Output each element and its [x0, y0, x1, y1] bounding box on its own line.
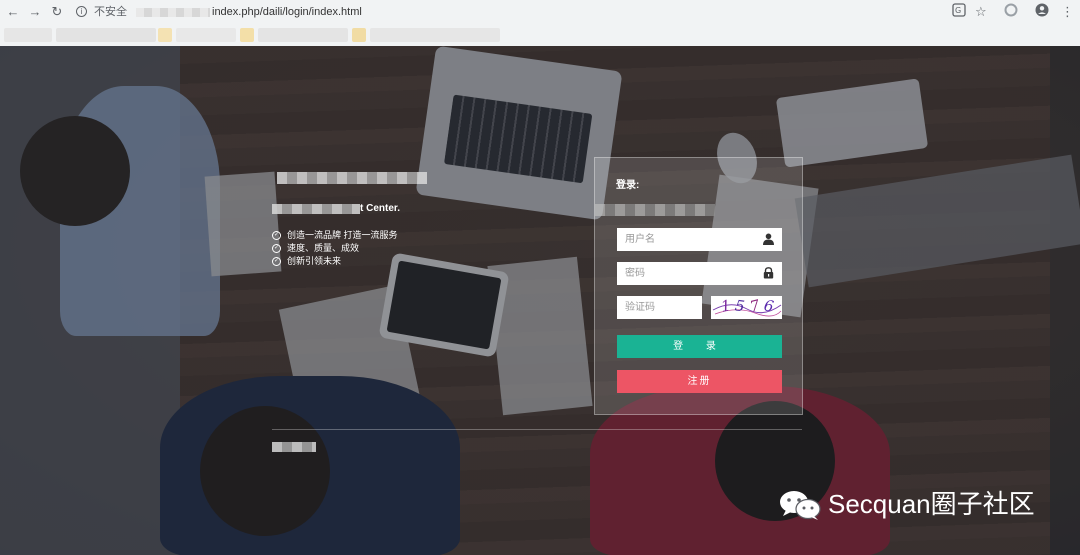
check-circle-icon: ✓	[272, 257, 281, 266]
dark-overlay	[0, 46, 1080, 555]
url-text: index.php/daili/login/index.html	[212, 6, 362, 18]
redacted-bookmark	[176, 28, 236, 42]
svg-text:G: G	[955, 6, 961, 15]
redacted-bookmark	[240, 28, 254, 42]
redacted-bookmark	[370, 28, 500, 42]
divider	[272, 429, 802, 430]
forward-icon[interactable]: →	[26, 3, 44, 21]
reload-icon[interactable]: ↻	[48, 3, 66, 21]
watermark-text: Secquan圈子社区	[828, 489, 1035, 519]
feature-text: 创新引领未来	[287, 256, 342, 266]
feature-text: 创造一流品牌 打造一流服务	[287, 230, 398, 240]
redacted-bookmark	[258, 28, 348, 42]
redacted-bookmark	[352, 28, 366, 42]
username-field[interactable]: 用户名	[617, 228, 782, 251]
list-item: ✓ 创造一流品牌 打造一流服务	[272, 229, 398, 242]
back-icon[interactable]: ←	[4, 3, 22, 21]
check-circle-icon: ✓	[272, 244, 281, 253]
register-button[interactable]: 注册	[617, 370, 782, 393]
list-item: ✓ 创新引领未来	[272, 255, 398, 268]
star-icon[interactable]: ☆	[975, 3, 987, 21]
redacted-footer	[272, 442, 316, 452]
username-placeholder: 用户名	[625, 234, 655, 245]
redacted-host	[136, 8, 210, 17]
bookmarks-bar	[0, 24, 1080, 46]
wechat-icon	[780, 491, 821, 520]
login-button[interactable]: 登 录	[617, 335, 782, 358]
redacted-brand-title	[277, 172, 427, 184]
account-icon[interactable]	[1035, 3, 1049, 22]
menu-icon[interactable]: ⋮	[1061, 3, 1074, 21]
captcha-image[interactable]: 1 5 7 6	[711, 296, 782, 319]
lock-icon	[763, 267, 774, 279]
password-field[interactable]: 密码	[617, 262, 782, 285]
redacted-bookmark	[158, 28, 172, 42]
address-bar[interactable]: i 不安全 index.php/daili/login/index.html	[70, 2, 1000, 22]
login-title: 登录:	[616, 180, 640, 191]
redacted-brand-subtitle	[272, 204, 360, 214]
info-icon[interactable]: i	[76, 6, 87, 17]
brand-subtitle: t Center.	[360, 203, 401, 214]
extension-icon[interactable]	[1004, 3, 1018, 22]
browser-chrome: ← → ↻ i 不安全 index.php/daili/login/index.…	[0, 0, 1080, 46]
feature-list: ✓ 创造一流品牌 打造一流服务 ✓ 速度、质量、成效 ✓ 创新引领未来	[272, 229, 398, 268]
redacted-login-subtitle	[595, 204, 715, 216]
captcha-field[interactable]: 验证码	[617, 296, 702, 319]
redacted-bookmark	[4, 28, 52, 42]
feature-text: 速度、质量、成效	[287, 243, 360, 253]
list-item: ✓ 速度、质量、成效	[272, 242, 398, 255]
login-panel: 登录: 用户名 密码 验证码 1 5 7 6 登 录 注册	[594, 157, 803, 415]
password-placeholder: 密码	[625, 268, 645, 279]
user-icon	[763, 233, 774, 245]
translate-icon[interactable]: G	[952, 3, 966, 22]
redacted-bookmark	[56, 28, 156, 42]
captcha-placeholder: 验证码	[625, 302, 655, 313]
check-circle-icon: ✓	[272, 231, 281, 240]
background-photo	[0, 46, 1080, 555]
security-label: 不安全	[94, 6, 127, 18]
